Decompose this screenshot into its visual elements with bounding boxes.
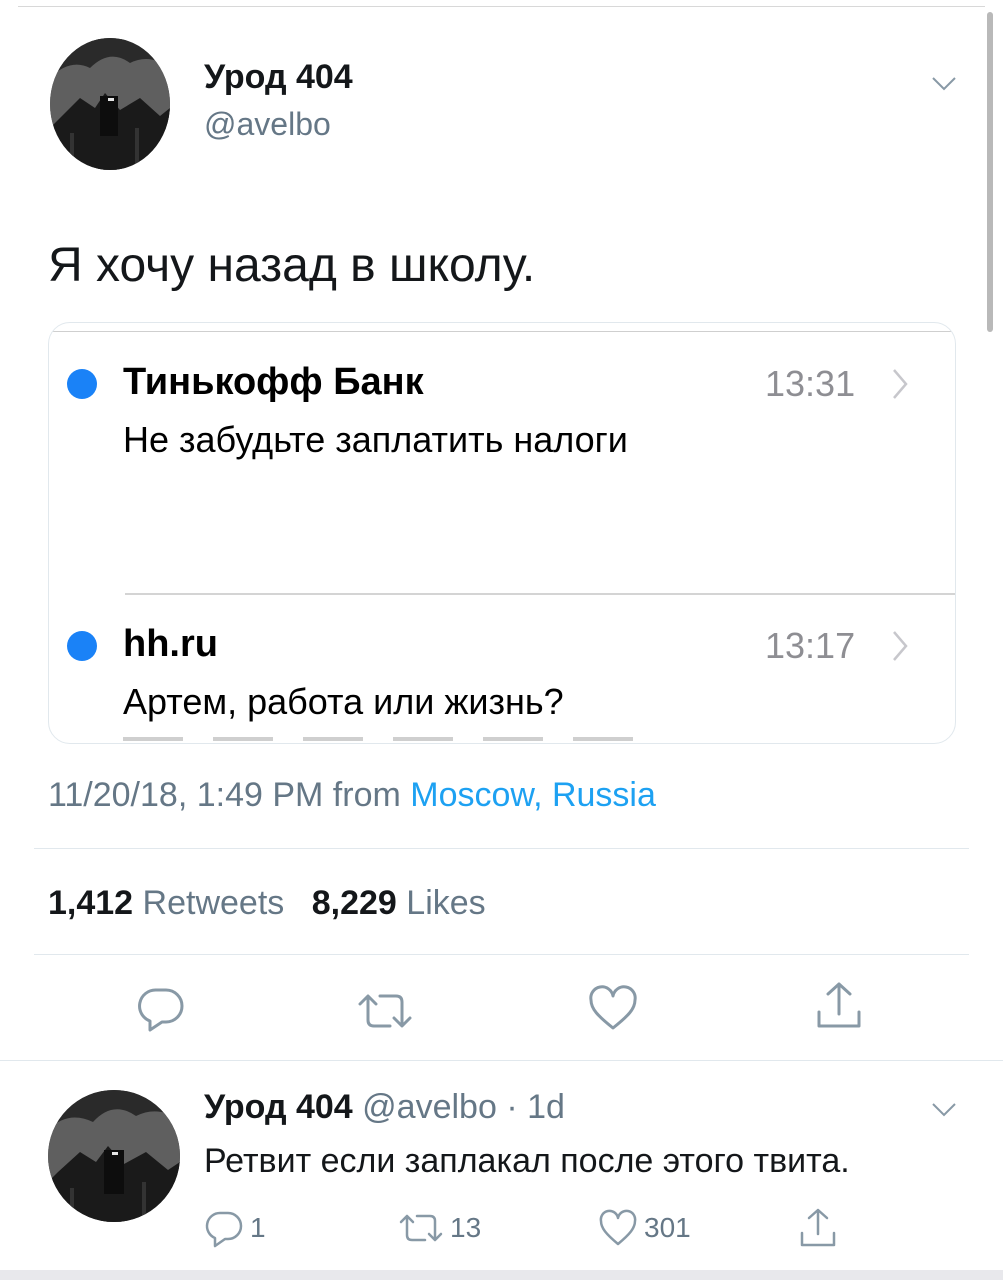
share-icon	[800, 1208, 836, 1247]
reply-reply-button[interactable]: 1	[204, 1208, 266, 1248]
likes-label[interactable]: Likes	[406, 884, 485, 922]
avatar[interactable]	[50, 38, 170, 170]
author-handle[interactable]: @avelbo	[204, 106, 331, 143]
notification-item: Тинькофф Банк 13:31 Не забудьте заплатит…	[49, 343, 955, 593]
reply-button[interactable]	[136, 984, 186, 1034]
reply-retweet-button[interactable]: 13	[398, 1208, 481, 1248]
retweet-count: 13	[450, 1212, 482, 1243]
bottom-band	[0, 1270, 1003, 1280]
from-label: from	[332, 776, 401, 814]
reply-avatar[interactable]	[48, 1090, 180, 1222]
chevron-right-icon	[891, 629, 909, 663]
chevron-down-icon[interactable]	[931, 1102, 957, 1118]
retweet-button[interactable]	[356, 986, 414, 1036]
tweet-meta: 11/20/18, 1:49 PM from Moscow, Russia	[48, 776, 656, 815]
notification-sender: hh.ru	[123, 623, 218, 665]
attached-image[interactable]: Тинькофф Банк 13:31 Не забудьте заплатит…	[48, 322, 956, 744]
unread-dot-icon	[67, 631, 97, 661]
retweets-label[interactable]: Retweets	[143, 884, 285, 922]
tweet-text: Я хочу назад в школу.	[48, 239, 536, 292]
share-icon	[817, 982, 861, 1028]
likes-count[interactable]: 8,229	[312, 884, 397, 922]
reply-share-button[interactable]	[798, 1208, 838, 1248]
notification-message: Не забудьте заплатить налоги	[123, 419, 628, 460]
reply-like-button[interactable]: 301	[598, 1208, 691, 1248]
notification-message: Артем, работа или жизнь?	[123, 681, 564, 722]
reply-header: Урод 404 @avelbo · 1d	[204, 1088, 565, 1127]
unread-dot-icon	[67, 369, 97, 399]
avatar-photo	[48, 1090, 180, 1222]
like-count: 301	[644, 1212, 691, 1243]
retweet-icon	[358, 994, 412, 1028]
cut-off-text-line	[123, 737, 643, 741]
reply-text: Ретвит если заплакал после этого твита.	[204, 1142, 850, 1180]
divider	[0, 1060, 1003, 1061]
card-divider	[49, 331, 955, 332]
tweet-stats: 1,412 Retweets 8,229 Likes	[48, 884, 486, 923]
top-divider	[18, 6, 985, 7]
reply-author-name[interactable]: Урод 404	[204, 1088, 353, 1126]
reply-icon	[205, 1211, 243, 1248]
scrollbar[interactable]	[987, 12, 993, 332]
share-button[interactable]	[814, 980, 864, 1032]
notification-time: 13:31	[765, 363, 856, 404]
reply-count: 1	[250, 1212, 266, 1243]
chevron-down-icon[interactable]	[931, 76, 957, 92]
like-button[interactable]	[588, 984, 638, 1034]
notification-divider	[125, 593, 955, 595]
heart-icon	[599, 1209, 637, 1246]
reply-author-handle[interactable]: @avelbo	[362, 1088, 497, 1126]
notification-time: 13:17	[765, 625, 856, 666]
avatar-photo	[50, 38, 170, 170]
tweet-timestamp[interactable]: 11/20/18, 1:49 PM	[48, 776, 323, 814]
reply-icon	[138, 988, 184, 1032]
reply-age[interactable]: · 1d	[506, 1088, 565, 1126]
heart-icon	[589, 985, 637, 1030]
author-name[interactable]: Урод 404	[204, 58, 353, 97]
retweets-count[interactable]: 1,412	[48, 884, 133, 922]
notification-item: hh.ru 13:17 Артем, работа или жизнь?	[49, 603, 955, 743]
notification-sender: Тинькофф Банк	[123, 361, 424, 403]
chevron-right-icon	[891, 367, 909, 401]
divider	[34, 954, 969, 955]
divider	[34, 848, 969, 849]
retweet-icon	[399, 1214, 443, 1242]
tweet-location-link[interactable]: Moscow, Russia	[410, 776, 656, 814]
